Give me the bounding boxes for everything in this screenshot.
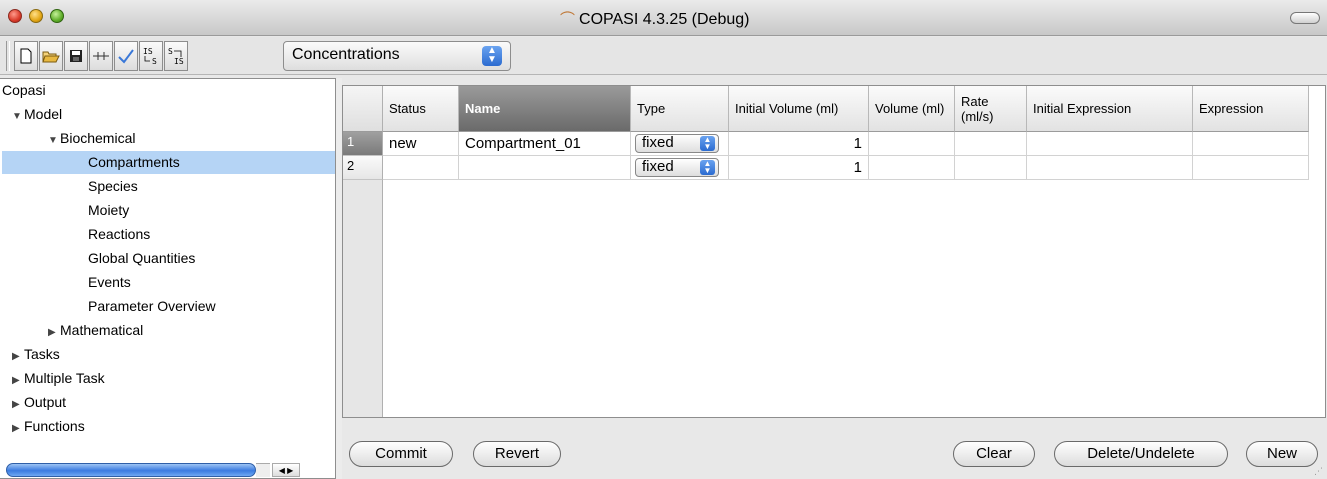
resize-grip-icon[interactable]: ⋰ bbox=[1314, 466, 1326, 478]
save-button[interactable] bbox=[64, 41, 88, 71]
toolbar-toggle-button[interactable] bbox=[1290, 12, 1320, 24]
new-button[interactable]: New bbox=[1246, 441, 1318, 467]
expanded-triangle-icon[interactable]: ▼ bbox=[48, 129, 60, 152]
collapsed-triangle-icon[interactable]: ▶ bbox=[12, 393, 24, 416]
cell-name[interactable]: Compartment_01 bbox=[459, 132, 631, 156]
select-arrows-icon: ▲ ▼ bbox=[482, 46, 502, 66]
zoom-window-button[interactable] bbox=[50, 9, 64, 23]
select-arrows-icon: ▲ ▼ bbox=[700, 136, 715, 151]
tree-item-mathematical[interactable]: ▶ Mathematical bbox=[48, 319, 143, 342]
cell-expression[interactable] bbox=[1193, 132, 1309, 156]
save-icon bbox=[70, 50, 82, 62]
column-header-rate[interactable]: Rate (ml/s) bbox=[955, 86, 1027, 132]
tree-horizontal-scrollbar-thumb[interactable] bbox=[6, 463, 256, 477]
tree-item-biochemical[interactable]: ▼ Biochemical bbox=[48, 127, 135, 150]
tree-item-functions[interactable]: ▶ Functions bbox=[12, 415, 85, 438]
tree-item-moiety[interactable]: Moiety bbox=[88, 199, 129, 222]
cell-name[interactable] bbox=[459, 156, 631, 180]
svg-text:IS: IS bbox=[174, 57, 184, 66]
collapsed-triangle-icon[interactable]: ▶ bbox=[12, 417, 24, 440]
clear-button[interactable]: Clear bbox=[953, 441, 1035, 467]
cell-initial-expression[interactable] bbox=[1027, 132, 1193, 156]
slider-icon bbox=[93, 52, 109, 60]
cell-status bbox=[383, 156, 459, 180]
column-header-volume[interactable]: Volume (ml) bbox=[869, 86, 955, 132]
cell-initial-volume[interactable]: 1 bbox=[729, 132, 869, 156]
tree-horizontal-scrollbar-track[interactable] bbox=[256, 463, 270, 477]
title-bar: ⌒ COPASI 4.3.25 (Debug) bbox=[0, 0, 1327, 36]
tree-item-tasks[interactable]: ▶ Tasks bbox=[12, 343, 60, 366]
minimize-window-button[interactable] bbox=[29, 9, 43, 23]
tree-item-model[interactable]: ▼ Model bbox=[12, 103, 62, 126]
initial-to-state-button[interactable]: IS S bbox=[139, 41, 163, 71]
revert-button[interactable]: Revert bbox=[473, 441, 561, 467]
collapsed-triangle-icon[interactable]: ▶ bbox=[12, 345, 24, 368]
select-arrows-icon: ▲ ▼ bbox=[700, 160, 715, 175]
cell-volume bbox=[869, 156, 955, 180]
svg-text:IS: IS bbox=[143, 47, 153, 56]
tree-item-species[interactable]: Species bbox=[88, 175, 138, 198]
column-header-type[interactable]: Type bbox=[631, 86, 729, 132]
svg-text:S: S bbox=[168, 47, 173, 56]
tree-scroll-arrows[interactable]: ◀ ▶ bbox=[272, 463, 300, 477]
expanded-triangle-icon[interactable]: ▼ bbox=[12, 105, 24, 128]
tree-item-multiple-task[interactable]: ▶ Multiple Task bbox=[12, 367, 105, 390]
type-combobox[interactable]: fixed ▲ ▼ bbox=[635, 134, 719, 153]
tree-item-global-quantities[interactable]: Global Quantities bbox=[88, 247, 195, 270]
column-header-initial-expression[interactable]: Initial Expression bbox=[1027, 86, 1193, 132]
delete-undelete-button[interactable]: Delete/Undelete bbox=[1054, 441, 1228, 467]
cell-volume bbox=[869, 132, 955, 156]
toolbar: IS S S IS Concentrations ▲ ▼ bbox=[0, 37, 1327, 75]
cell-type: fixed ▲ ▼ bbox=[631, 156, 729, 180]
navigation-tree: Copasi ▼ Model ▼ Biochemical Compartments … bbox=[0, 78, 336, 479]
close-window-button[interactable] bbox=[8, 9, 22, 23]
commit-button[interactable]: Commit bbox=[349, 441, 453, 467]
column-header-initial-volume[interactable]: Initial Volume (ml) bbox=[729, 86, 869, 132]
check-model-button[interactable] bbox=[114, 41, 138, 71]
check-icon bbox=[118, 49, 134, 64]
row-header-1[interactable]: 1 bbox=[343, 132, 383, 156]
tree-item-copasi[interactable]: Copasi bbox=[2, 79, 46, 102]
cell-type: fixed ▲ ▼ bbox=[631, 132, 729, 156]
new-file-button[interactable] bbox=[14, 41, 38, 71]
tree-item-compartments[interactable]: Compartments bbox=[2, 151, 335, 174]
tree-item-output[interactable]: ▶ Output bbox=[12, 391, 66, 414]
column-header-expression[interactable]: Expression bbox=[1193, 86, 1309, 132]
collapsed-triangle-icon[interactable]: ▶ bbox=[48, 321, 60, 344]
toolbar-grip[interactable] bbox=[6, 41, 10, 71]
compartments-table: Status Name Type Initial Volume (ml) Vol… bbox=[342, 85, 1326, 418]
state-to-initial-icon: SIS bbox=[168, 47, 184, 66]
svg-text:S: S bbox=[152, 57, 157, 66]
collapsed-triangle-icon[interactable]: ▶ bbox=[12, 369, 24, 392]
tree-item-reactions[interactable]: Reactions bbox=[88, 223, 150, 246]
open-file-button[interactable] bbox=[39, 41, 63, 71]
quantity-unit-select[interactable]: Concentrations ▲ ▼ bbox=[283, 41, 511, 71]
cell-initial-volume[interactable]: 1 bbox=[729, 156, 869, 180]
column-header-status[interactable]: Status bbox=[383, 86, 459, 132]
table-corner[interactable] bbox=[343, 86, 383, 132]
type-combobox[interactable]: fixed ▲ ▼ bbox=[635, 158, 719, 177]
initial-to-state-icon: ISS bbox=[143, 47, 157, 66]
new-file-icon bbox=[20, 48, 32, 64]
column-header-name[interactable]: Name bbox=[459, 86, 631, 132]
cell-expression[interactable] bbox=[1193, 156, 1309, 180]
tree-item-events[interactable]: Events bbox=[88, 271, 131, 294]
cell-rate bbox=[955, 132, 1027, 156]
cell-status: new bbox=[383, 132, 459, 156]
cell-rate bbox=[955, 156, 1027, 180]
row-header-2[interactable]: 2 bbox=[343, 156, 383, 180]
tree-item-parameter-overview[interactable]: Parameter Overview bbox=[88, 295, 216, 318]
copasi-logo-icon: ⌒ bbox=[560, 11, 576, 28]
window-title: ⌒ COPASI 4.3.25 (Debug) bbox=[560, 8, 820, 29]
slider-button[interactable] bbox=[89, 41, 113, 71]
cell-initial-expression[interactable] bbox=[1027, 156, 1193, 180]
state-to-initial-button[interactable]: S IS bbox=[164, 41, 188, 71]
open-folder-icon bbox=[42, 51, 60, 63]
